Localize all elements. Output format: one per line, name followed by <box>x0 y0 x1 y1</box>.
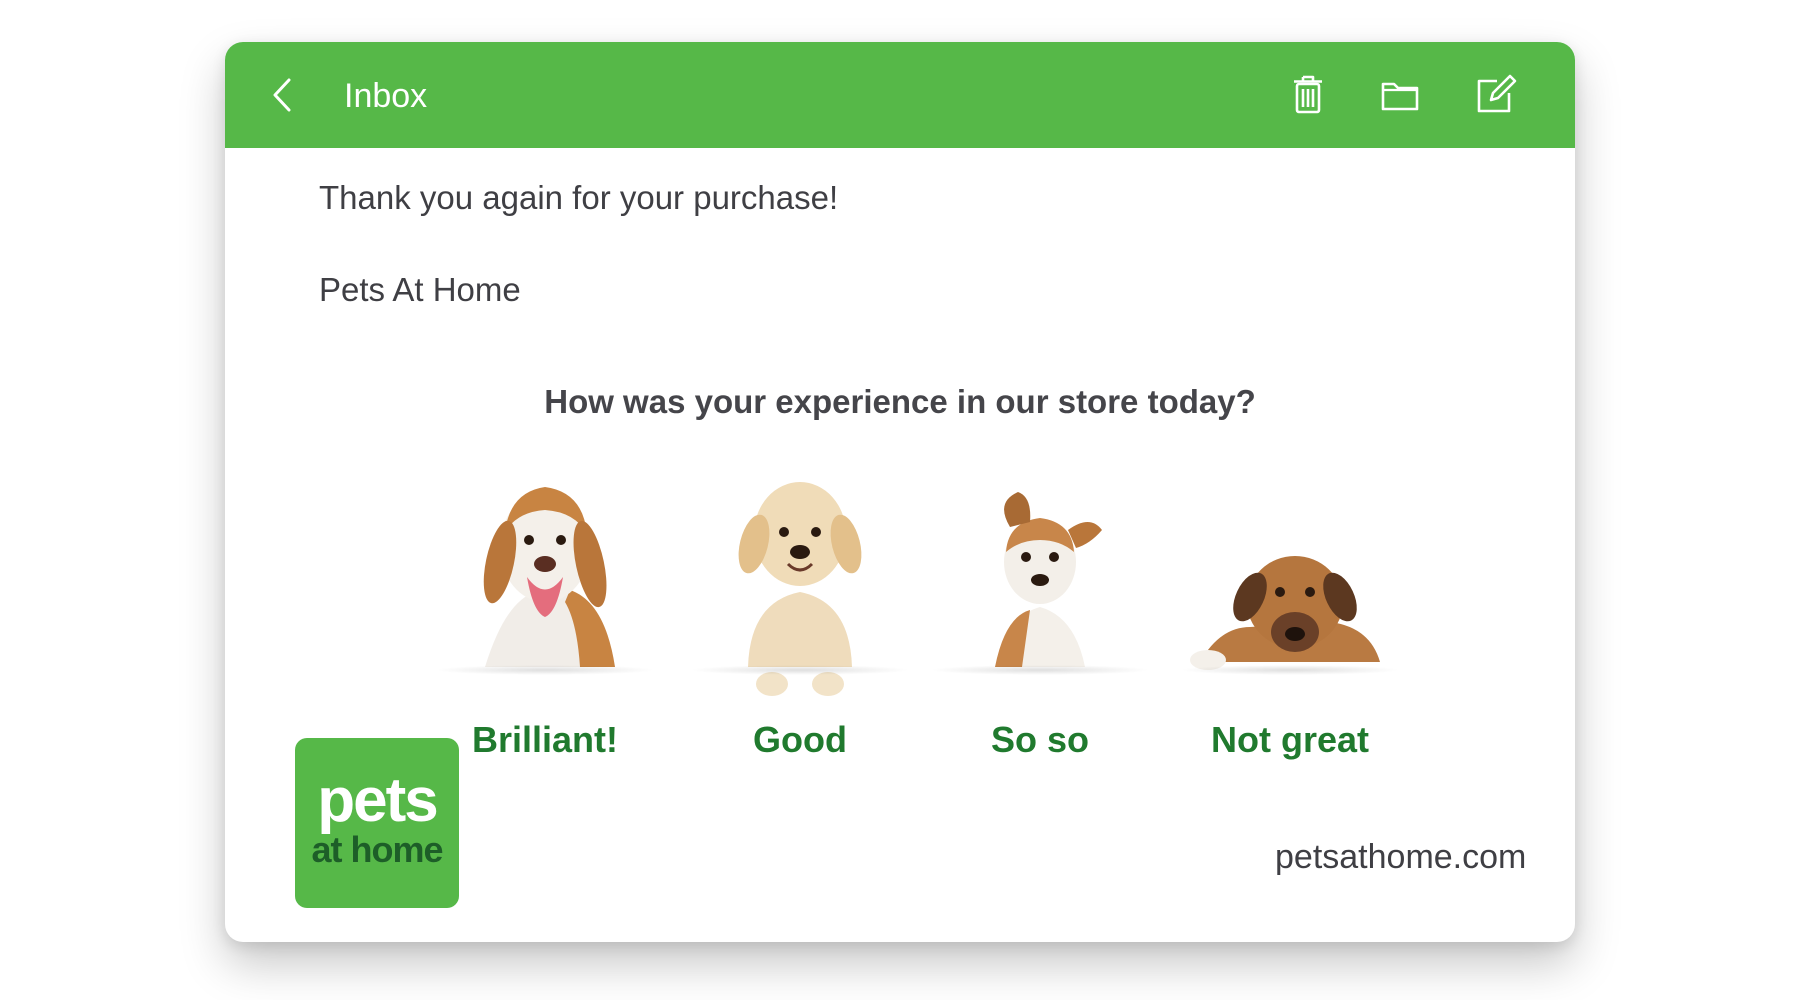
delete-button[interactable] <box>1283 70 1333 120</box>
happy-beagle-image <box>483 487 615 667</box>
rating-options: Brilliant! Good So so Not great <box>425 452 1425 760</box>
sender-name: Pets At Home <box>319 271 521 308</box>
trash-icon <box>1294 75 1322 114</box>
rating-label: Brilliant! <box>471 719 618 760</box>
folder-icon <box>1381 82 1419 111</box>
brand-logo: pets at home <box>295 738 459 908</box>
page-title: Inbox <box>344 77 428 115</box>
sad-dog-image <box>1190 556 1380 670</box>
chevron-left-icon <box>273 78 291 112</box>
rating-option-not-great[interactable]: Not great <box>1170 452 1410 760</box>
rating-option-good[interactable]: Good <box>680 452 920 760</box>
logo-text-at-home: at home <box>311 829 443 870</box>
email-card: Inbox Thank you again for your purchase!… <box>225 42 1575 942</box>
website-link[interactable]: petsathome.com <box>1275 836 1526 878</box>
compose-button[interactable] <box>1469 70 1519 120</box>
survey-question: How was your experience in our store tod… <box>544 383 1256 420</box>
rating-option-brilliant[interactable]: Brilliant! <box>425 452 665 760</box>
back-button[interactable] <box>265 72 305 118</box>
rating-label: Not great <box>1210 719 1369 760</box>
message-text: Thank you again for your purchase! <box>319 179 839 216</box>
terrier-puppy-image <box>995 492 1102 667</box>
compose-icon <box>1477 74 1517 113</box>
move-to-folder-button[interactable] <box>1375 70 1425 120</box>
golden-puppy-image <box>738 482 862 696</box>
top-bar: Inbox <box>225 42 1575 148</box>
logo-text-pets: pets <box>317 766 438 835</box>
rating-option-so-so[interactable]: So so <box>920 452 1160 760</box>
rating-label: So so <box>990 719 1089 760</box>
rating-label: Good <box>753 719 847 760</box>
